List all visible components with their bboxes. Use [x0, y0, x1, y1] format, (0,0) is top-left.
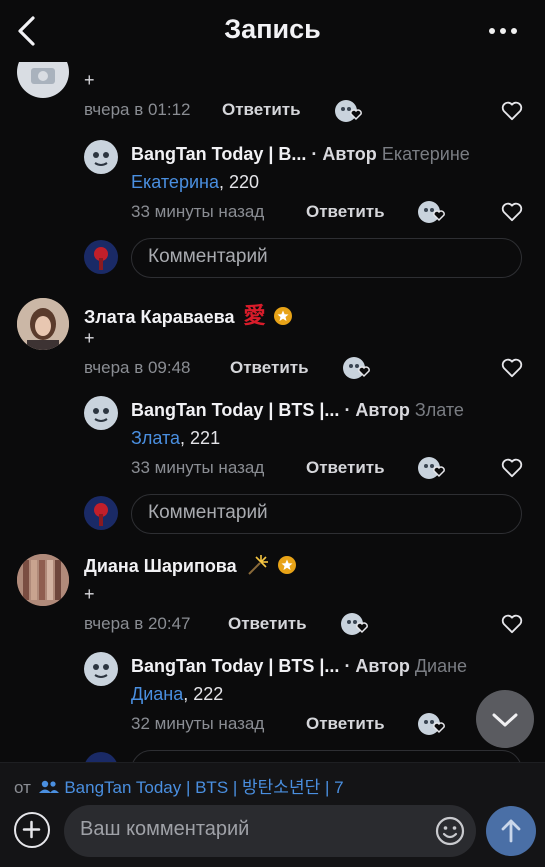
comment-field[interactable]: Ваш комментарий: [64, 805, 476, 857]
mention-link[interactable]: Злата: [131, 428, 180, 448]
avatar[interactable]: [84, 652, 118, 686]
comment-text: +: [84, 328, 95, 348]
heart-icon[interactable]: [501, 458, 523, 478]
addressee: Диане: [414, 656, 468, 676]
reply-text: Диана, 222: [131, 684, 223, 705]
comment-input[interactable]: Комментарий: [131, 494, 522, 534]
heart-icon[interactable]: [501, 614, 523, 634]
mention-link[interactable]: Екатерина: [131, 172, 219, 192]
author-label: · Автор: [344, 400, 410, 420]
comment-input[interactable]: [131, 750, 522, 762]
comment-text: +: [84, 70, 95, 90]
comment-composer: от BangTan Today | BTS | 방탄소년단 | 7 Ваш к…: [0, 762, 545, 867]
commenter-name[interactable]: Злата Караваева 愛: [84, 298, 293, 330]
reply-text-rest: , 221: [180, 428, 221, 448]
comment-placeholder: Ваш комментарий: [80, 818, 250, 840]
comments-feed[interactable]: + вчера в 01:12 Ответить BangTan Today |…: [0, 62, 545, 762]
reaction-icon[interactable]: [340, 611, 370, 637]
reply-button[interactable]: Ответить: [222, 100, 301, 120]
reply-author: BangTan Today | B... · Автор Екатерине: [131, 144, 470, 165]
mention-link[interactable]: Диана: [131, 684, 183, 704]
from-prefix: от: [14, 778, 31, 797]
comment-text: +: [84, 584, 95, 604]
my-avatar: [84, 496, 118, 530]
reply-time: 33 минуты назад: [131, 458, 265, 477]
reply-text-rest: , 220: [218, 172, 260, 192]
reaction-icon[interactable]: [342, 355, 372, 381]
author-name[interactable]: BangTan Today | BTS |...: [131, 656, 339, 676]
author-label: · Автор: [311, 144, 377, 164]
commenter-name[interactable]: Диана Шарипова: [84, 554, 297, 577]
posting-as: от BangTan Today | BTS | 방탄소년단 | 7: [14, 773, 344, 798]
reaction-icon[interactable]: [334, 98, 364, 124]
reply-text: Злата, 221: [131, 428, 220, 449]
addressee: Злате: [414, 400, 464, 420]
comment-time: вчера в 09:48: [84, 358, 191, 377]
star-badge-icon: [273, 307, 292, 325]
send-button[interactable]: [486, 806, 536, 856]
avatar[interactable]: [17, 554, 69, 606]
star-badge-icon: [277, 556, 296, 574]
heart-icon[interactable]: [501, 358, 523, 378]
my-avatar: [84, 240, 118, 274]
author-name[interactable]: BangTan Today | B...: [131, 144, 306, 164]
my-avatar: [84, 752, 118, 762]
avatar[interactable]: [84, 140, 118, 174]
sparkler-emoji-icon: [247, 555, 268, 575]
reply-button[interactable]: Ответить: [306, 714, 385, 734]
heart-icon[interactable]: [501, 202, 523, 222]
commenter-name-text[interactable]: Диана Шарипова: [84, 556, 237, 576]
reply-text-rest: , 222: [183, 684, 224, 704]
send-arrow-icon: [501, 819, 521, 843]
more-icon[interactable]: [489, 28, 519, 36]
reply-text: Екатерина, 220: [131, 172, 259, 193]
reaction-icon[interactable]: [417, 199, 447, 225]
scroll-down-button[interactable]: [476, 690, 534, 748]
comment-time: вчера в 01:12: [84, 100, 191, 119]
reply-author: BangTan Today | BTS |... · Автор Диане: [131, 656, 467, 677]
reply-button[interactable]: Ответить: [306, 458, 385, 478]
reply-author: BangTan Today | BTS |... · Автор Злате: [131, 400, 464, 421]
author-label: · Автор: [344, 656, 410, 676]
commenter-name-text[interactable]: Злата Караваева: [84, 307, 234, 327]
reply-time: 33 минуты назад: [131, 202, 265, 221]
group-icon: [38, 780, 59, 793]
heart-icon[interactable]: [501, 101, 523, 121]
avatar[interactable]: [84, 396, 118, 430]
top-bar: Запись: [0, 0, 545, 62]
chevron-down-icon: [492, 713, 518, 727]
addressee: Екатерине: [381, 144, 470, 164]
comment-input[interactable]: Комментарий: [131, 238, 522, 278]
reply-button[interactable]: Ответить: [230, 358, 309, 378]
add-attachment-button[interactable]: [14, 812, 50, 848]
author-name[interactable]: BangTan Today | BTS |...: [131, 400, 339, 420]
reply-button[interactable]: Ответить: [306, 202, 385, 222]
reply-button[interactable]: Ответить: [228, 614, 307, 634]
comment-time: вчера в 20:47: [84, 614, 191, 633]
page-title: Запись: [224, 14, 321, 44]
avatar[interactable]: [17, 62, 69, 98]
reply-time: 32 минуты назад: [131, 714, 265, 733]
reaction-icon[interactable]: [417, 711, 447, 737]
reaction-icon[interactable]: [417, 455, 447, 481]
group-link[interactable]: BangTan Today | BTS | 방탄소년단 | 7: [64, 778, 343, 797]
avatar[interactable]: [17, 298, 69, 350]
add-icon: [22, 820, 41, 839]
emoji-icon[interactable]: [434, 815, 466, 847]
status-emoji: 愛: [243, 303, 266, 328]
